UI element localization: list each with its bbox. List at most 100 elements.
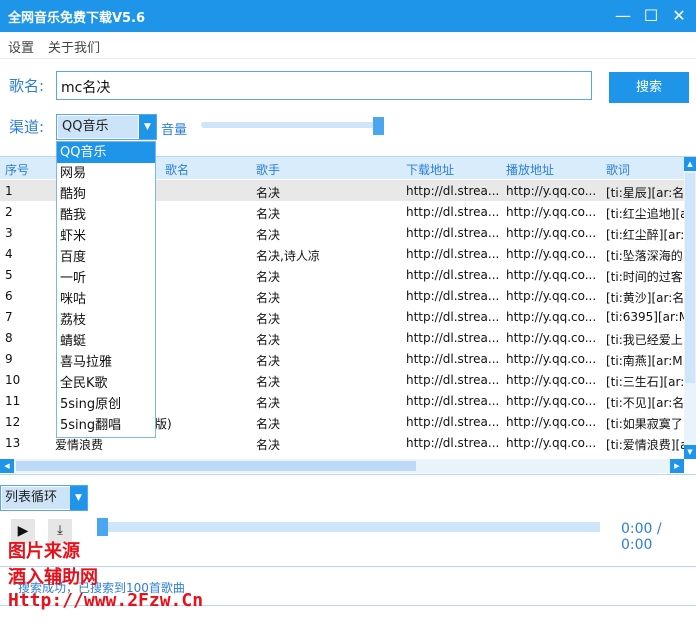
chevron-down-icon[interactable]: ▼ [70,486,87,510]
dropdown-option[interactable]: 喜马拉雅 [57,352,155,373]
dropdown-option[interactable]: 虾米 [57,226,155,247]
cell-singer: 名决 [256,375,281,389]
progress-slider[interactable] [100,522,600,532]
vertical-scrollbar[interactable]: ▲ ▼ [684,157,696,459]
search-button[interactable]: 搜索 [609,72,689,103]
progress-slider-handle[interactable] [97,518,108,536]
header-lyric[interactable]: 歌词 [606,161,630,178]
dropdown-option[interactable]: 一听 [57,268,155,289]
search-input[interactable]: mc名决 [56,71,592,100]
cell-singer: 名决 [256,354,281,368]
header-singer[interactable]: 歌手 [256,161,280,178]
window-title: 全网音乐免费下载V5.6 [8,11,146,26]
cell-download-url: http://dl.strea... [406,373,500,387]
dropdown-option[interactable]: 酷狗 [57,184,155,205]
menu-bar: 设置 关于我们 [0,32,696,59]
volume-slider[interactable] [201,122,382,128]
cell-song: 爱情浪费 [55,438,104,452]
cell-singer: 名决 [256,438,281,452]
loop-mode-value: 列表循环 [2,487,70,509]
cell-play-url: http://y.qq.co... [506,289,597,303]
cell-singer: 名决 [256,312,281,326]
song-name-label: 歌名: [9,77,45,95]
cell-lyric: [ti:爱情浪费][a... [606,438,686,452]
cell-index: 4 [5,247,13,261]
chevron-down-icon[interactable]: ▼ [139,115,156,139]
cell-lyric: [ti:黄沙][ar:名... [606,291,686,305]
scroll-left-icon[interactable]: ◀ [0,459,14,473]
loop-mode-select[interactable]: 列表循环 ▼ [0,485,88,511]
cell-lyric: [ti:不见][ar:名... [606,396,686,410]
menu-item-settings[interactable]: 设置 [8,37,34,56]
cell-download-url: http://dl.strea... [406,394,500,408]
header-index[interactable]: 序号 [5,161,29,178]
watermark-line-2: 酒入辅助网 [8,567,98,588]
cell-singer: 名决,诗人凉 [256,249,320,263]
cell-singer: 名决 [256,270,281,284]
cell-play-url: http://y.qq.co... [506,310,597,324]
cell-singer: 名决 [256,207,281,221]
cell-download-url: http://dl.strea... [406,331,500,345]
cell-lyric: [ti:三生石][ar:... [606,375,686,389]
time-display: 0:00 / 0:00 [621,521,662,553]
dropdown-option[interactable]: 全民K歌 [57,373,155,394]
dropdown-option[interactable]: 百度 [57,247,155,268]
cell-download-url: http://dl.strea... [406,289,500,303]
cell-download-url: http://dl.strea... [406,205,500,219]
watermark-line-3: Http://www.2Fzw.Cn [8,590,204,611]
dropdown-option[interactable]: 蜻蜓 [57,331,155,352]
horizontal-scrollbar[interactable]: ◀ ▶ [0,459,684,473]
cell-index: 11 [5,394,21,408]
cell-lyric: [ti:红尘追地][a... [606,207,686,221]
cell-play-url: http://y.qq.co... [506,184,597,198]
cell-index: 10 [5,373,21,387]
scroll-down-icon[interactable]: ▼ [684,445,696,459]
cell-play-url: http://y.qq.co... [506,394,597,408]
channel-select[interactable]: QQ音乐 ▼ [56,114,157,140]
header-download-url[interactable]: 下载地址 [406,161,454,178]
cell-download-url: http://dl.strea... [406,415,500,429]
cell-index: 8 [5,331,13,345]
maximize-button[interactable]: ☐ [638,3,664,29]
cell-play-url: http://y.qq.co... [506,352,597,366]
cell-index: 13 [5,436,21,450]
dropdown-option[interactable]: 网易 [57,163,155,184]
header-song[interactable]: 歌名 [165,161,189,178]
channel-dropdown-list: QQ音乐 网易 酷狗 酷我 虾米 百度 一听 咪咕 荔枝 蜻蜓 喜马拉雅 全民K歌 5sing原创 5si… [56,141,156,438]
scroll-right-icon[interactable]: ▶ [670,459,684,473]
dropdown-option[interactable]: 5sing翻唱 [57,415,155,436]
cell-index: 3 [5,226,13,240]
cell-play-url: http://y.qq.co... [506,226,597,240]
volume-slider-handle[interactable] [373,117,384,135]
cell-lyric: [ti:6395][ar:M... [606,310,686,324]
cell-play-url: http://y.qq.co... [506,331,597,345]
title-bar: 全网音乐免费下载V5.6 — ☐ ✕ [0,0,696,32]
cell-download-url: http://dl.strea... [406,436,500,450]
cell-download-url: http://dl.strea... [406,226,500,240]
minimize-button[interactable]: — [610,3,636,29]
cell-play-url: http://y.qq.co... [506,436,597,450]
scroll-thumb[interactable] [685,173,695,383]
hscroll-thumb[interactable] [16,461,416,471]
dropdown-option[interactable]: QQ音乐 [57,142,155,163]
cell-singer: 名决 [256,396,281,410]
cell-singer: 名决 [256,186,281,200]
scroll-up-icon[interactable]: ▲ [684,157,696,171]
cell-play-url: http://y.qq.co... [506,247,597,261]
cell-singer: 名决 [256,291,281,305]
cell-index: 2 [5,205,13,219]
cell-download-url: http://dl.strea... [406,184,500,198]
menu-item-about[interactable]: 关于我们 [48,37,100,56]
channel-selected-value: QQ音乐 [58,116,138,138]
cell-download-url: http://dl.strea... [406,352,500,366]
dropdown-option[interactable]: 咪咕 [57,289,155,310]
dropdown-option[interactable]: 酷我 [57,205,155,226]
cell-download-url: http://dl.strea... [406,310,500,324]
cell-play-url: http://y.qq.co... [506,373,597,387]
dropdown-option[interactable]: 荔枝 [57,310,155,331]
cell-index: 9 [5,352,13,366]
cell-singer: 名决 [256,333,281,347]
close-button[interactable]: ✕ [666,3,692,29]
dropdown-option[interactable]: 5sing原创 [57,394,155,415]
header-play-url[interactable]: 播放地址 [506,161,554,178]
